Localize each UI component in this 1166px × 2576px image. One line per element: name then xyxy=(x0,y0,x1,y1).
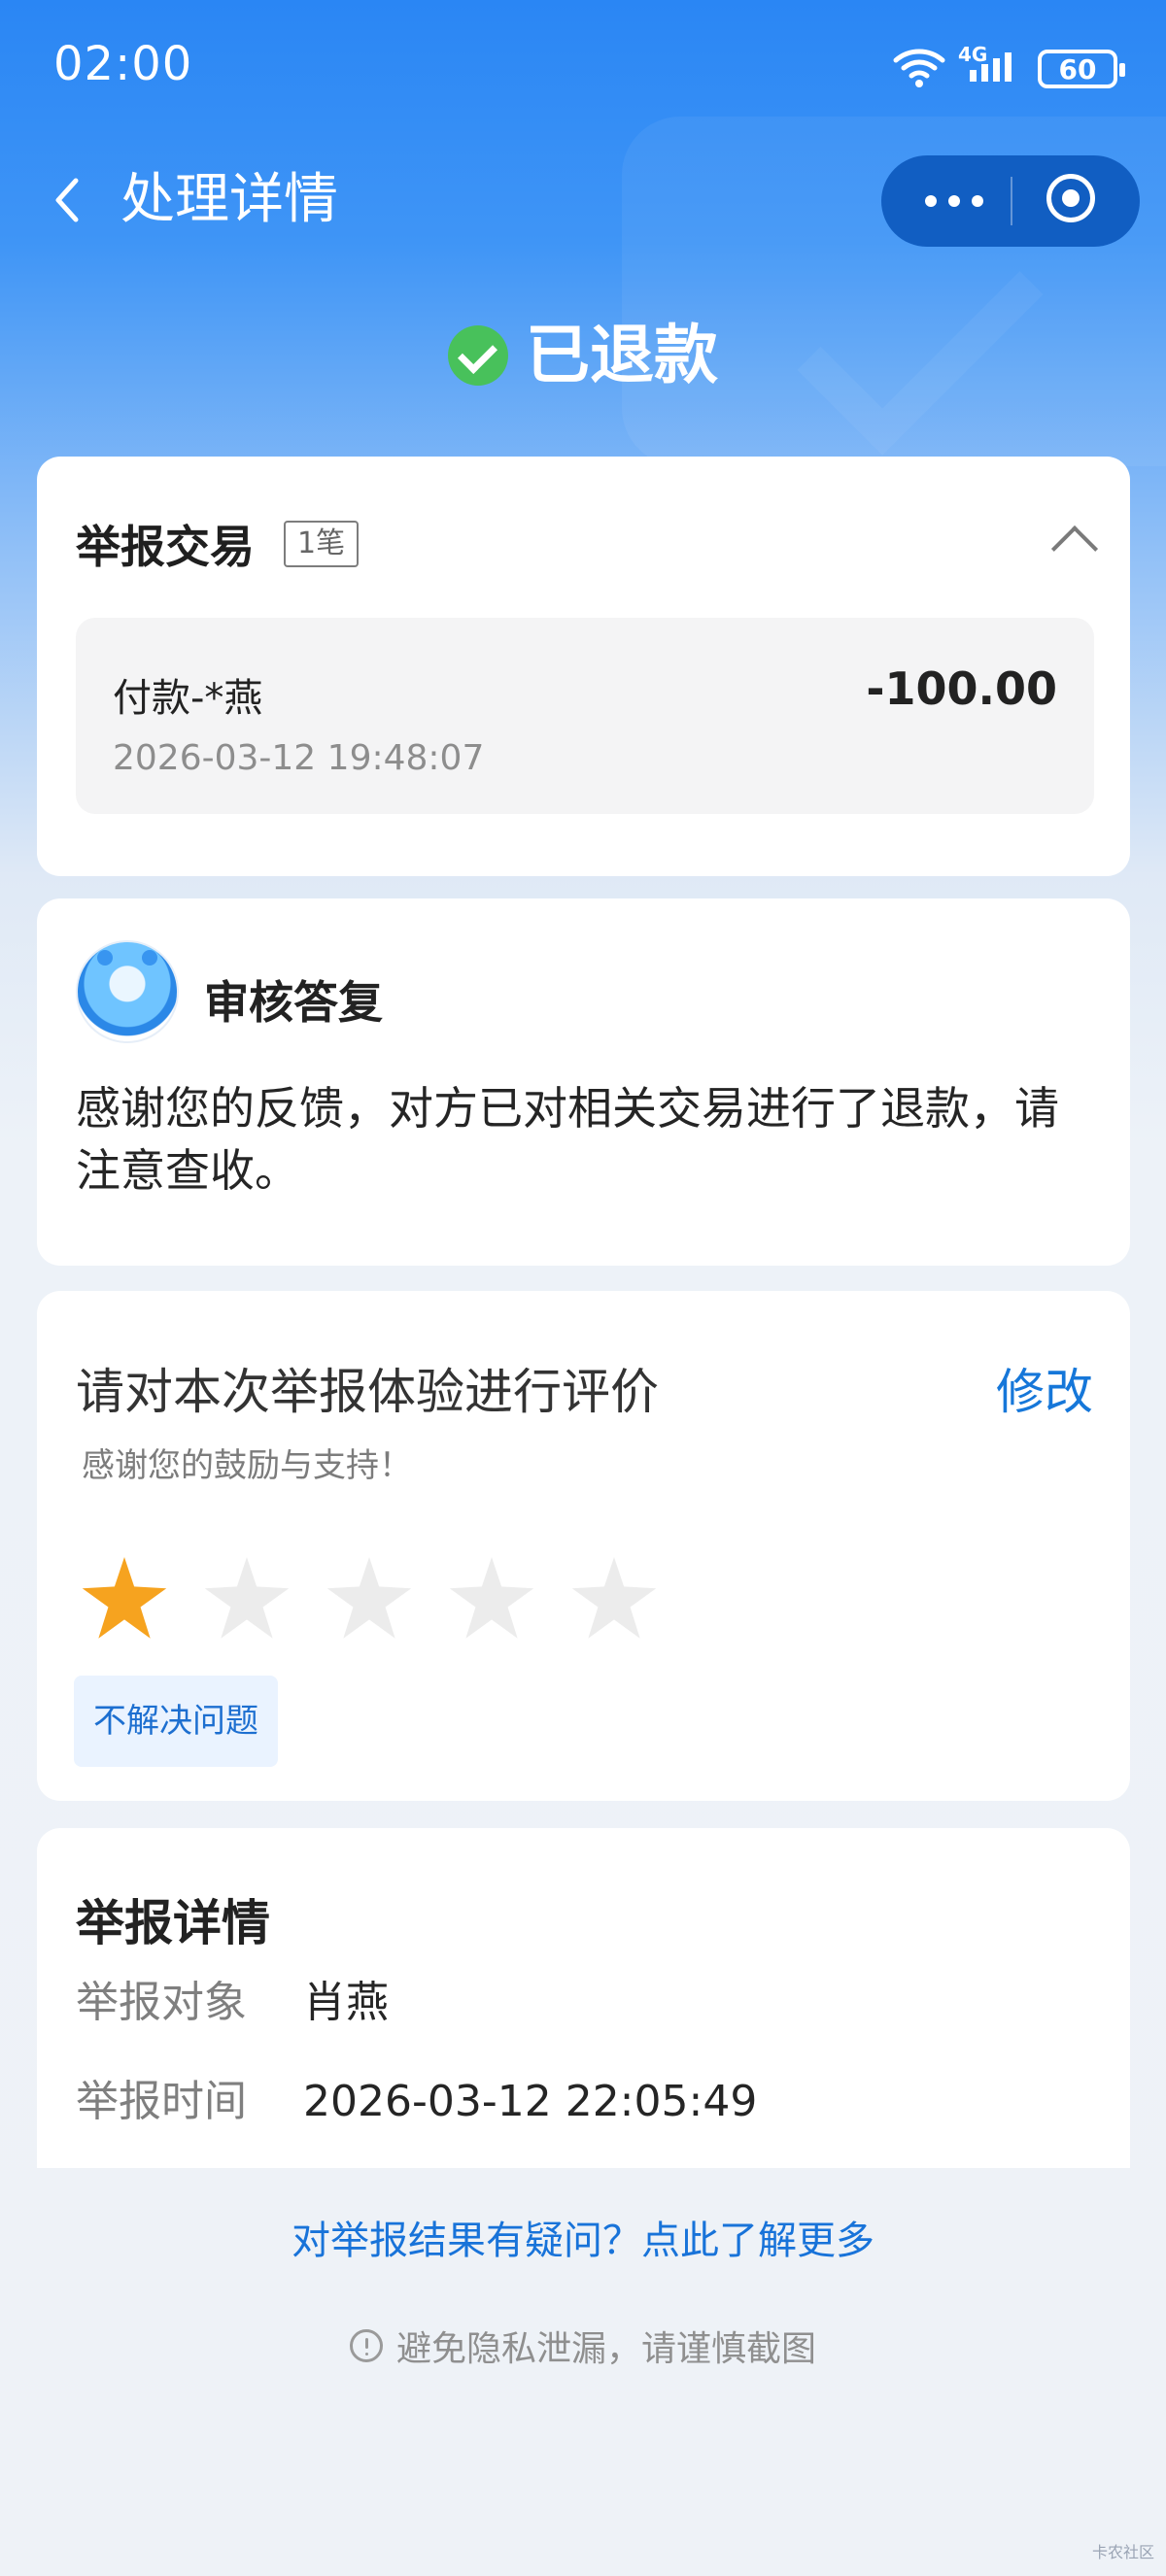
transaction-count-badge: 1笔 xyxy=(284,521,360,567)
reply-title: 审核答复 xyxy=(204,976,383,1029)
battery-icon: 60 xyxy=(1038,50,1125,88)
signal-icon: 4G xyxy=(958,43,1026,91)
star-icon[interactable] xyxy=(204,1557,290,1639)
star-icon[interactable] xyxy=(326,1557,412,1639)
rating-title: 请对本次举报体验进行评价 xyxy=(76,1364,659,1420)
watermark: 卡农社区 xyxy=(1091,2543,1154,2561)
transaction-name: 付款-*燕 xyxy=(113,676,263,721)
info-icon xyxy=(349,2329,383,2362)
page-title: 处理详情 xyxy=(120,168,338,231)
status-bar: 02:00 4G 60 xyxy=(0,0,1166,146)
chevron-up-icon[interactable] xyxy=(1050,525,1099,573)
reply-text: 感谢您的反馈，对方已对相关交易进行了退款，请注意查收。 xyxy=(76,1082,1059,1197)
capsule-divider xyxy=(1011,177,1012,225)
more-icon[interactable] xyxy=(920,179,988,223)
star-icon[interactable] xyxy=(449,1557,534,1639)
rating-subtitle: 感谢您的鼓励与支持！ xyxy=(82,1446,412,1485)
refund-status: 已退款 xyxy=(0,317,1166,394)
report-title: 举报交易 xyxy=(76,521,255,573)
detail-row: 举报对象 肖燕 xyxy=(76,1982,389,2024)
star-icon[interactable] xyxy=(82,1557,167,1639)
footer-panel: 对举报结果有疑问？点此了解更多 避免隐私泄漏，请谨慎截图 卡农社区 xyxy=(0,2168,1166,2576)
feedback-tag[interactable]: 不解决问题 xyxy=(74,1676,278,1767)
detail-title: 举报详情 xyxy=(76,1895,270,1951)
transaction-time: 2026-03-12 19:48:07 xyxy=(113,738,485,778)
star-icon[interactable] xyxy=(571,1557,657,1639)
review-reply-card: 审核答复 感谢您的反馈，对方已对相关交易进行了退款，请注意查收。 xyxy=(37,898,1130,1266)
detail-row: 举报时间 2026-03-12 22:05:49 xyxy=(76,2081,757,2123)
transaction-item[interactable]: 付款-*燕 -100.00 2026-03-12 19:48:07 xyxy=(76,618,1094,814)
network-label: 4G xyxy=(958,43,988,66)
star-rating xyxy=(80,1557,659,1646)
back-icon[interactable] xyxy=(39,171,97,229)
transaction-amount: -100.00 xyxy=(866,662,1057,715)
wifi-icon xyxy=(892,47,946,91)
status-time: 02:00 xyxy=(53,37,193,91)
detail-label: 举报对象 xyxy=(76,1978,247,2027)
privacy-text: 避免隐私泄漏，请谨慎截图 xyxy=(395,2329,816,2369)
edit-rating-link[interactable]: 修改 xyxy=(996,1353,1093,1423)
privacy-notice: 避免隐私泄漏，请谨慎截图 xyxy=(0,2321,1166,2371)
detail-label: 举报时间 xyxy=(76,2077,247,2126)
circle-icon[interactable] xyxy=(1046,174,1095,222)
detail-value: 2026-03-12 22:05:49 xyxy=(303,2077,758,2126)
detail-value: 肖燕 xyxy=(303,1978,389,2027)
robot-avatar xyxy=(76,940,179,1043)
help-link[interactable]: 对举报结果有疑问？点此了解更多 xyxy=(0,2209,1166,2265)
mini-program-capsule xyxy=(881,155,1140,247)
check-icon xyxy=(448,325,508,386)
rating-card: 请对本次举报体验进行评价 感谢您的鼓励与支持！ 修改 不解决问题 xyxy=(37,1291,1130,1801)
status-icons: 4G 60 xyxy=(892,43,1125,91)
report-transaction-card: 举报交易 1笔 付款-*燕 -100.00 2026-03-12 19:48:0… xyxy=(37,457,1130,876)
topbar: 处理详情 xyxy=(0,146,1166,262)
status-title: 已退款 xyxy=(526,318,718,392)
